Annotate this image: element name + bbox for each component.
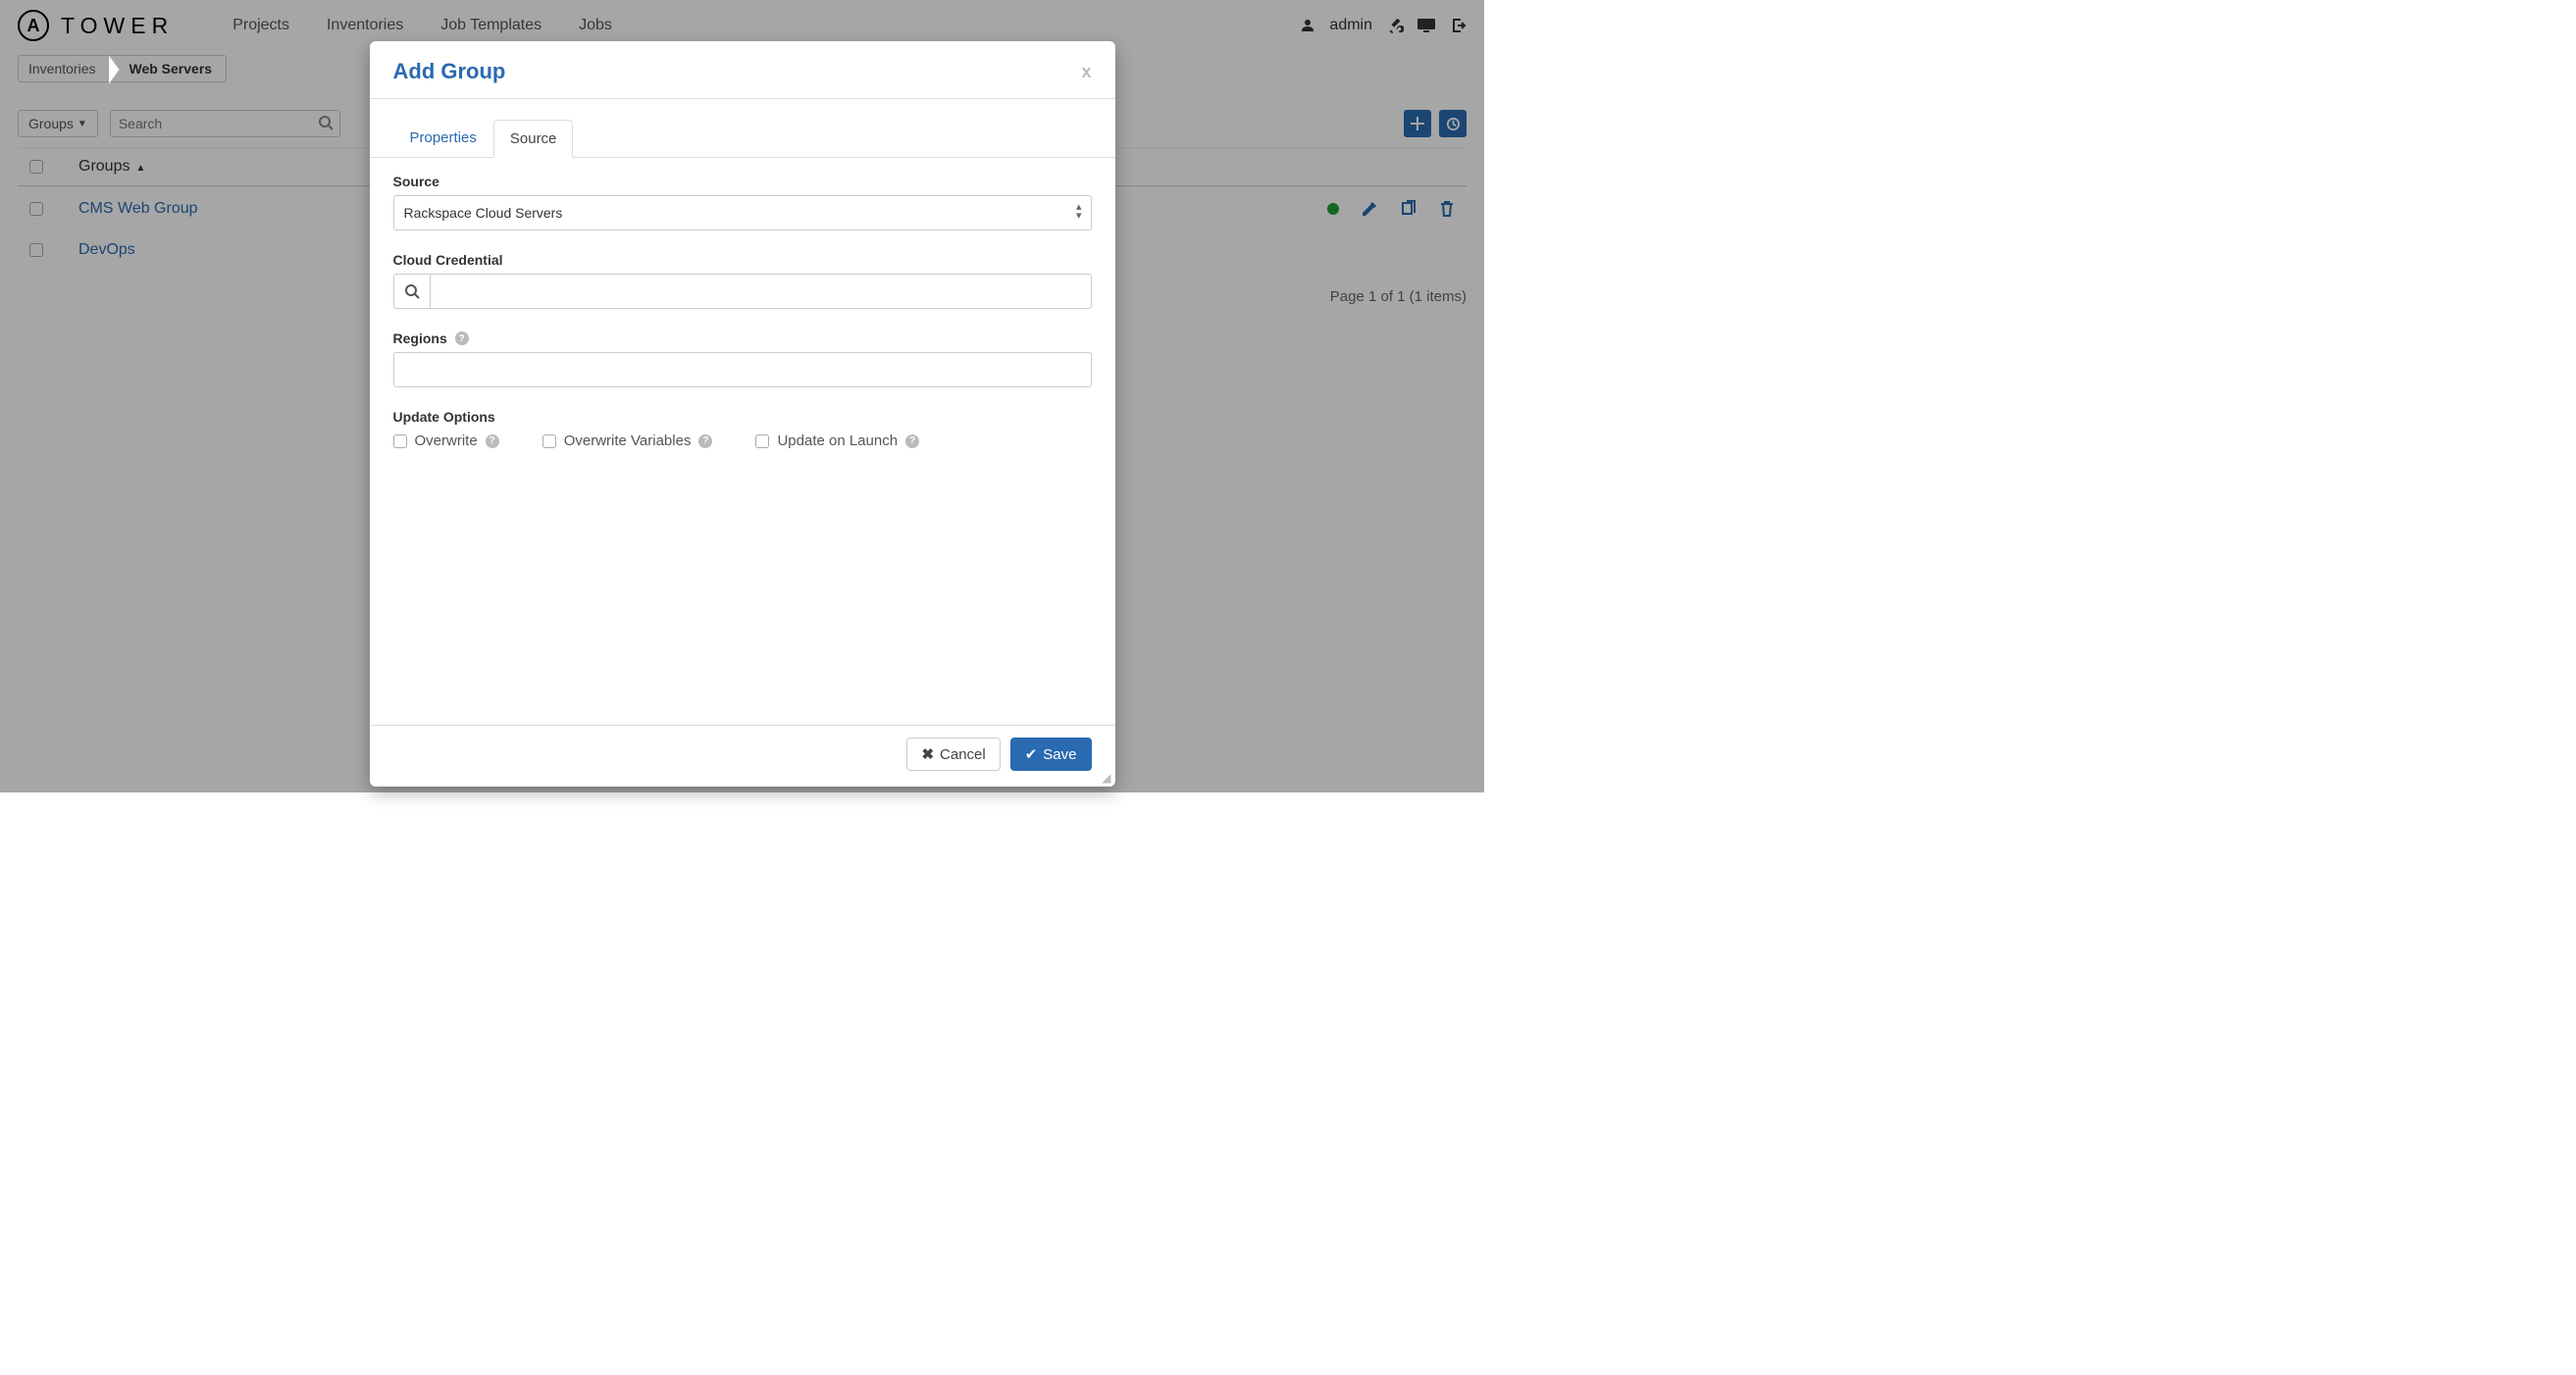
overwrite-variables-option[interactable]: Overwrite Variables ? <box>542 433 713 449</box>
modal-footer: ✖ Cancel ✔ Save <box>370 725 1115 787</box>
cancel-button[interactable]: ✖ Cancel <box>906 738 1000 771</box>
add-group-modal: Add Group x Properties Source Source Rac… <box>370 41 1115 787</box>
modal-tabs: Properties Source <box>370 99 1115 158</box>
resize-handle-icon[interactable]: ◢ <box>1102 771 1110 785</box>
select-arrows-icon: ▴▾ <box>1076 203 1082 221</box>
update-on-launch-option[interactable]: Update on Launch ? <box>755 433 919 449</box>
cloud-credential-field: Cloud Credential <box>393 252 1092 309</box>
credential-lookup-button[interactable] <box>393 274 431 309</box>
help-icon[interactable]: ? <box>486 434 499 448</box>
cloud-credential-label: Cloud Credential <box>393 252 503 268</box>
regions-field: Regions ? <box>393 331 1092 387</box>
save-button[interactable]: ✔ Save <box>1010 738 1092 771</box>
modal-header: Add Group x <box>370 41 1115 99</box>
update-options-field: Update Options Overwrite ? Overwrite Var… <box>393 409 1092 449</box>
source-label: Source <box>393 174 439 189</box>
overwrite-option[interactable]: Overwrite ? <box>393 433 499 449</box>
tab-source[interactable]: Source <box>493 120 574 158</box>
update-options-label: Update Options <box>393 409 495 425</box>
source-select[interactable]: Rackspace Cloud Servers <box>393 195 1092 230</box>
tab-properties[interactable]: Properties <box>393 119 493 157</box>
modal-title: Add Group <box>393 59 506 84</box>
source-field: Source Rackspace Cloud Servers ▴▾ <box>393 174 1092 230</box>
help-icon[interactable]: ? <box>698 434 712 448</box>
overwrite-vars-checkbox[interactable] <box>542 434 556 448</box>
help-icon[interactable]: ? <box>455 331 469 345</box>
overwrite-checkbox[interactable] <box>393 434 407 448</box>
check-icon: ✔ <box>1025 745 1038 763</box>
close-icon[interactable]: x <box>1081 62 1091 82</box>
source-form: Source Rackspace Cloud Servers ▴▾ Cloud … <box>370 158 1115 725</box>
regions-input[interactable] <box>393 352 1092 387</box>
regions-label: Regions <box>393 331 447 346</box>
cloud-credential-input[interactable] <box>430 274 1091 309</box>
update-on-launch-checkbox[interactable] <box>755 434 769 448</box>
close-icon: ✖ <box>921 745 934 763</box>
help-icon[interactable]: ? <box>905 434 919 448</box>
